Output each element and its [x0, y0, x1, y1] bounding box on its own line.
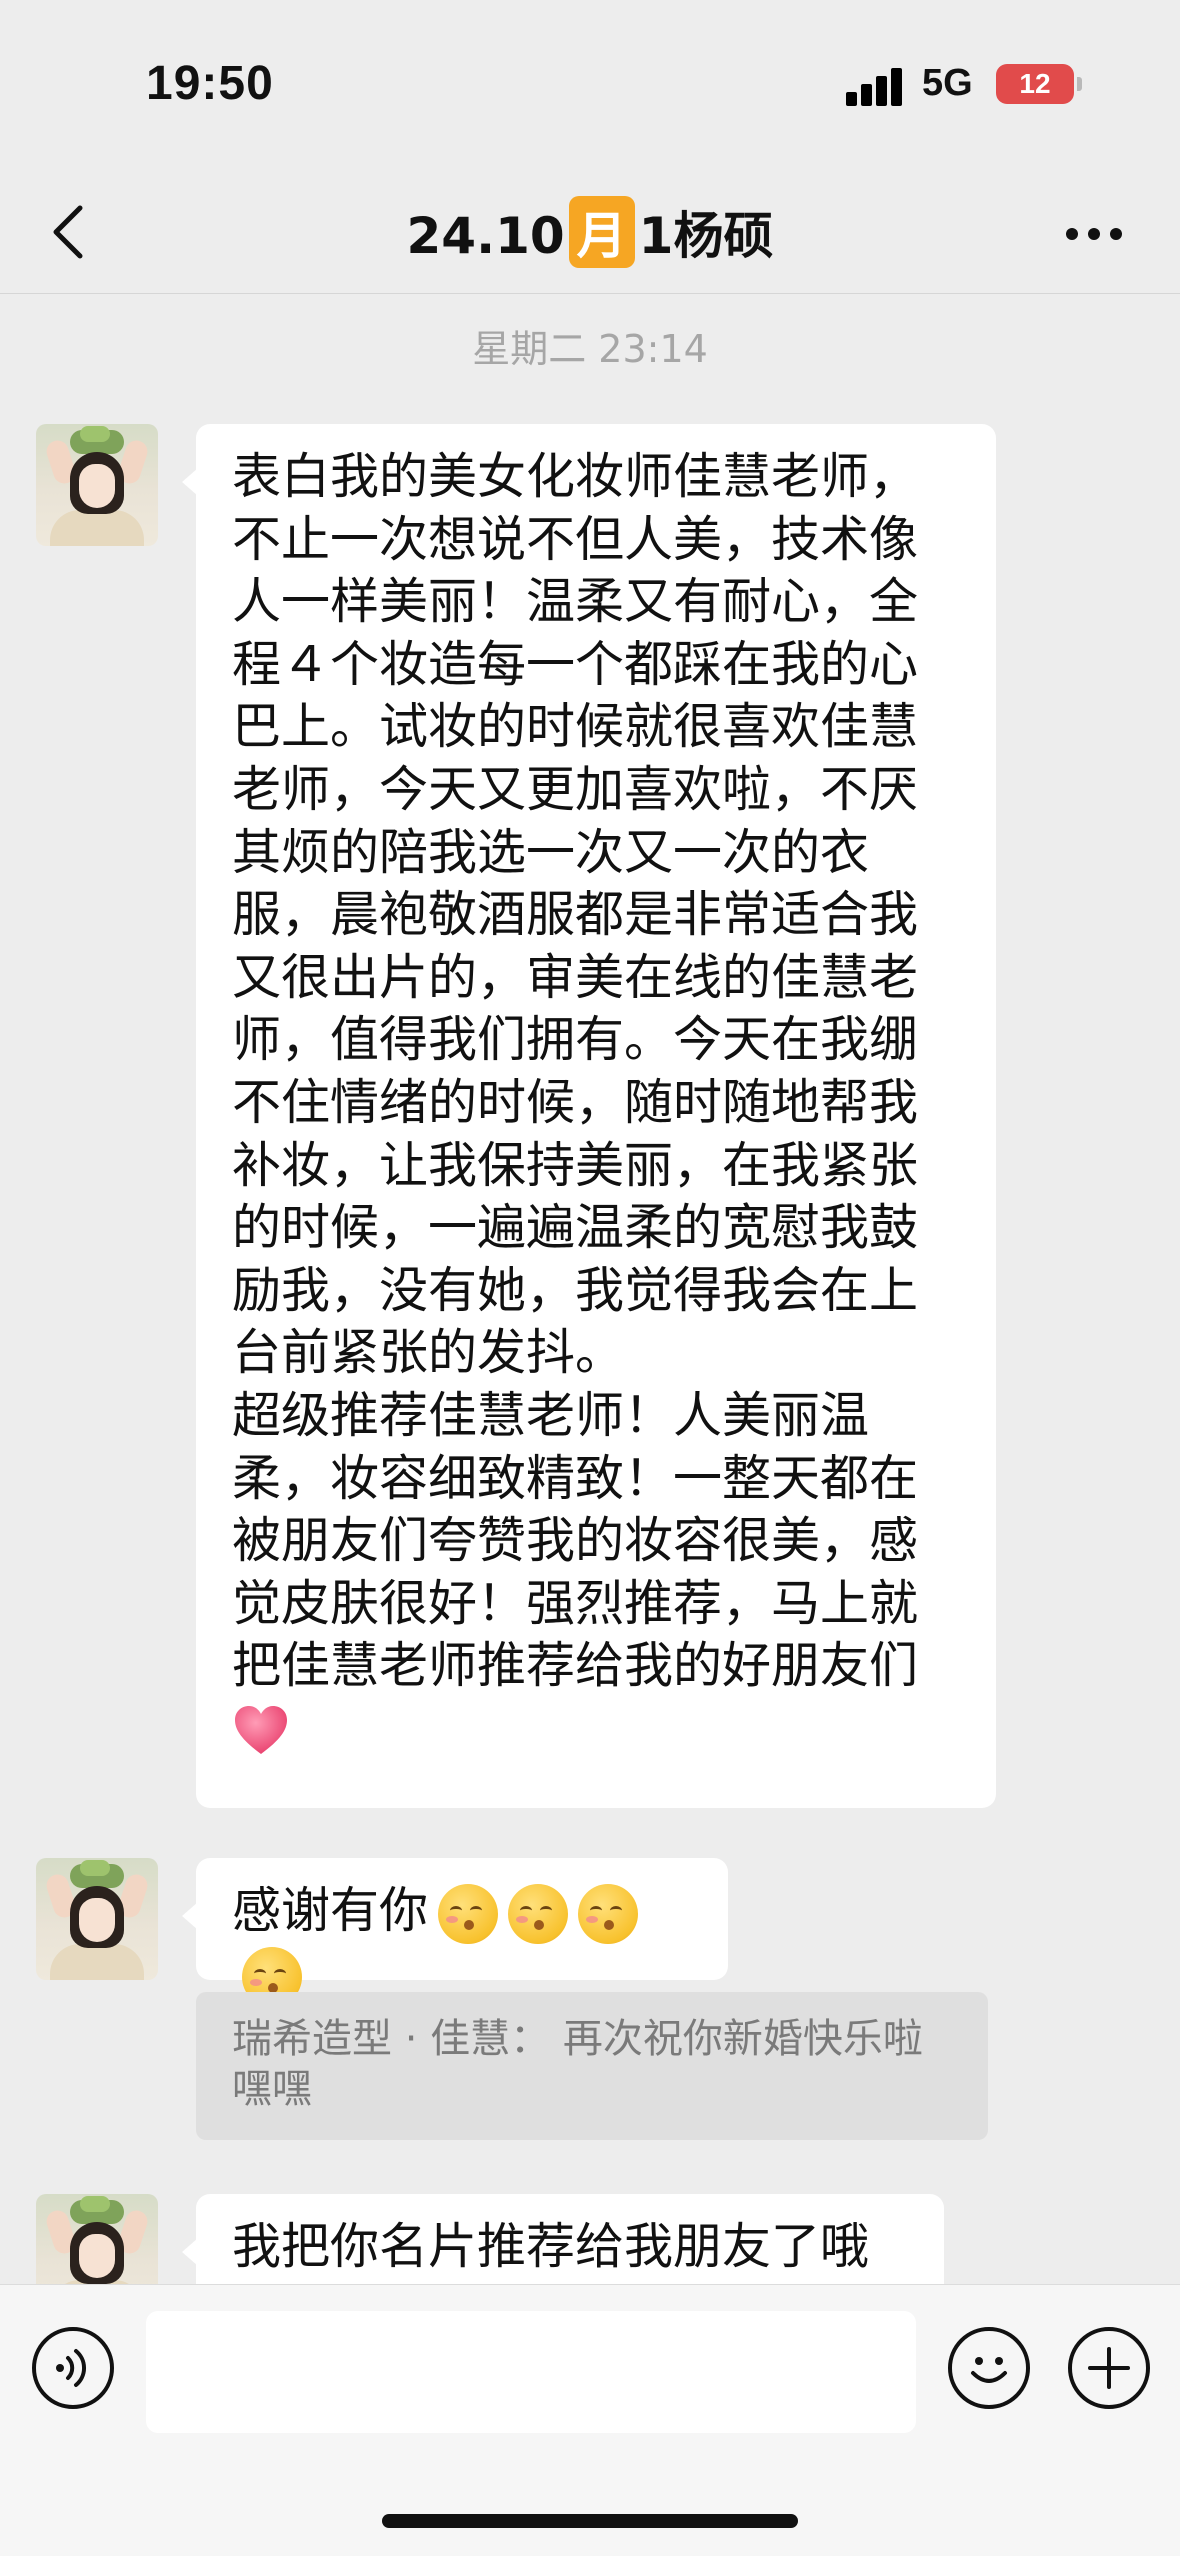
status-time: 19:50 — [146, 57, 274, 110]
heart-icon — [235, 1706, 287, 1755]
message-text: 我把你名片推荐给我朋友了哦 — [232, 2218, 870, 2275]
message-line: 不住情绪的时候，随时随地帮我 — [232, 1073, 919, 1131]
signal-icon — [846, 66, 906, 106]
message-line: 补妆，让我保持美丽，在我紧张 — [232, 1136, 919, 1194]
plus-icon[interactable] — [1068, 2327, 1150, 2409]
message-line: 表白我的美女化妆师佳慧老师， — [232, 448, 919, 505]
message-line: 程４个妆造每一个都踩在我的心 — [232, 635, 919, 693]
chat-header: 24.10 月 1杨硕 — [0, 170, 1180, 294]
message-text: 感谢有你 — [232, 1882, 429, 1939]
message-line: 台前紧张的发抖。 — [232, 1324, 625, 1382]
battery-icon: 12 — [996, 64, 1082, 104]
message-bubble[interactable]: 感谢有你 — [182, 1858, 728, 2007]
message-line: 其烦的陪我选一次又一次的衣 — [232, 823, 870, 881]
emoji-icon[interactable] — [948, 2327, 1030, 2409]
quote-line: 瑞希造型 · 佳慧： 再次祝你新婚快乐啦 — [232, 2016, 923, 2062]
message-line: 把佳慧老师推荐给我的好朋友们 — [232, 1637, 919, 1695]
message-line: 巴上。试妆的时候就很喜欢佳慧 — [232, 698, 919, 756]
message-bubble[interactable]: 表白我的美女化妆师佳慧老师， 不止一次想说不但人美，技术像 人一样美丽！温柔又有… — [182, 424, 996, 1808]
avatar[interactable] — [36, 424, 158, 546]
message-line: 服，晨袍敬酒服都是非常适合我 — [232, 886, 919, 944]
title-suffix: 1杨硕 — [638, 207, 774, 265]
voice-icon[interactable] — [32, 2327, 114, 2409]
status-bar: 19:50 5G 12 — [0, 0, 1180, 170]
home-indicator[interactable] — [382, 2514, 798, 2528]
quoted-reply[interactable]: 瑞希造型 · 佳慧： 再次祝你新婚快乐啦 嘿嘿 — [196, 1992, 988, 2140]
message-line: 人一样美丽！温柔又有耐心，全 — [232, 573, 919, 631]
network-label: 5G — [922, 62, 973, 104]
kissing-face-icon — [438, 1883, 499, 1944]
title-highlight: 月 — [568, 196, 635, 268]
quote-line: 嘿嘿 — [232, 2066, 312, 2112]
heart-line — [232, 1698, 960, 1761]
message-line: 师，值得我们拥有。今天在我绷 — [232, 1011, 919, 1069]
more-icon[interactable] — [1062, 224, 1126, 244]
kissing-face-icon — [578, 1883, 639, 1944]
message-line: 超级推荐佳慧老师！人美丽温 — [232, 1386, 870, 1444]
message-input[interactable] — [146, 2311, 916, 2433]
message-line: 柔，妆容细致精致！一整天都在 — [232, 1449, 919, 1507]
title-prefix: 24.10 — [406, 207, 565, 265]
message-line: 不止一次想说不但人美，技术像 — [232, 510, 919, 568]
avatar[interactable] — [36, 1858, 158, 1980]
message-line: 励我，没有她，我觉得我会在上 — [232, 1261, 919, 1319]
message-line: 觉皮肤很好！强烈推荐，马上就 — [232, 1574, 919, 1632]
message-line: 老师，今天又更加喜欢啦，不厌 — [232, 760, 919, 818]
chat-timestamp: 星期二 23:14 — [472, 327, 708, 371]
message-line: 的时候，一遍遍温柔的宽慰我鼓 — [232, 1199, 919, 1257]
message-line: 又很出片的，审美在线的佳慧老 — [232, 948, 919, 1006]
message-line: 被朋友们夸赞我的妆容很美，感 — [232, 1512, 919, 1570]
chat-title: 24.10 月 1杨硕 — [0, 196, 1180, 268]
kissing-face-icon — [508, 1883, 569, 1944]
